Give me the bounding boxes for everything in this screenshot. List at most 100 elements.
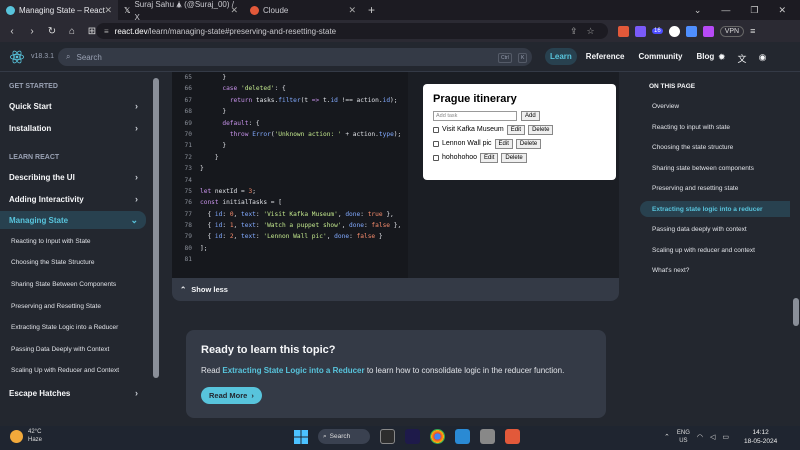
react-logo-icon[interactable] [9, 49, 25, 65]
react-favicon-icon [6, 5, 15, 15]
taskbar-search[interactable]: ⌕ Search [318, 429, 370, 444]
task-checkbox[interactable] [433, 140, 439, 147]
toc-item-overview[interactable]: Overview [640, 98, 790, 114]
delete-button[interactable]: Delete [515, 138, 542, 149]
taskbar-search-label: Search [329, 433, 351, 440]
sidebar-subitem-scaling[interactable]: Scaling Up with Reducer and Context [11, 367, 119, 374]
chevron-down-icon[interactable]: ⌄ [694, 5, 702, 16]
show-less-button[interactable]: ⌃ Show less [172, 278, 619, 301]
forward-icon[interactable]: › [26, 26, 38, 37]
close-tab-icon[interactable]: ✕ [104, 5, 112, 16]
weather-condition: Haze [28, 437, 43, 443]
search-input[interactable]: ⌕ Search Ctrl K [58, 48, 532, 66]
tab-x-profile[interactable]: 𝕏 Suraj Sahu 🛦 (@Suraj_00) / X ✕ [118, 0, 244, 22]
taskbar-clock[interactable]: 14:12 18-05-2024 [744, 428, 777, 446]
extension-icon[interactable] [635, 25, 646, 37]
sidebar-subitem-sharing[interactable]: Sharing State Between Components [11, 281, 116, 288]
page-scrollbar[interactable] [792, 72, 800, 418]
close-tab-icon[interactable]: ✕ [348, 5, 356, 16]
close-tab-icon[interactable]: ✕ [230, 5, 238, 16]
after-effects-icon[interactable] [405, 429, 420, 444]
nav-reference[interactable]: Reference [581, 48, 630, 65]
chevron-up-icon[interactable]: ⌃ [664, 433, 670, 441]
language-icon[interactable]: 文 [738, 52, 747, 65]
address-bar[interactable]: ≡ react.dev/learn/managing-state#preserv… [96, 23, 608, 39]
tab-managing-state[interactable]: Managing State – React ✕ [0, 0, 118, 20]
browser-navbar: ‹ › ↻ ⌂ ⊞ ≡ react.dev/learn/managing-sta… [0, 20, 800, 42]
menu-icon[interactable]: ≡ [750, 26, 755, 36]
nav-community[interactable]: Community [633, 48, 687, 65]
toc-item-sharing[interactable]: Sharing state between components [640, 160, 790, 176]
toc-item-reacting[interactable]: Reacting to input with state [640, 119, 790, 135]
maximize-icon[interactable]: ❐ [750, 5, 758, 16]
sidebar-item-adding-interactivity[interactable]: Adding Interactivity › [0, 190, 146, 208]
delete-button[interactable]: Delete [528, 124, 554, 135]
task-checkbox[interactable] [433, 154, 439, 161]
code-editor[interactable]: 65 } 66 case 'deleted': { 67 return task… [172, 72, 408, 278]
sidebar-item-describing-ui[interactable]: Describing the UI › [0, 168, 146, 186]
share-icon[interactable]: ⇪ [570, 26, 578, 37]
github-icon[interactable]: ◉ [759, 52, 767, 65]
sidebar-subitem-extracting[interactable]: Extracting State Logic into a Reducer [11, 324, 118, 331]
brave-icon[interactable] [505, 429, 520, 444]
star-icon[interactable]: ☆ [587, 26, 595, 37]
toc-item-preserving[interactable]: Preserving and resetting state [640, 180, 790, 196]
edit-button[interactable]: Edit [494, 138, 513, 149]
sidebar-subitem-choosing[interactable]: Choosing the State Structure [11, 259, 94, 266]
nav-learn[interactable]: Learn [545, 48, 577, 65]
toc-item-scaling[interactable]: Scaling up with reducer and context [640, 242, 790, 258]
reload-icon[interactable]: ↻ [46, 26, 58, 37]
toc-item-choosing[interactable]: Choosing the state structure [640, 139, 790, 155]
tab-title: Managing State – React [19, 5, 105, 15]
sidebar-item-escape-hatches[interactable]: Escape Hatches › [0, 384, 146, 402]
minimize-icon[interactable]: — [721, 5, 730, 15]
volume-icon[interactable]: ◁ [710, 433, 715, 441]
sidebar-subitem-passing[interactable]: Passing Data Deeply with Context [11, 346, 109, 353]
back-icon[interactable]: ‹ [6, 26, 18, 37]
leo-icon[interactable] [702, 25, 714, 37]
toc-item-extracting[interactable]: Extracting state logic into a reducer [640, 201, 790, 217]
task-view-icon[interactable] [380, 429, 395, 444]
theme-toggle-icon[interactable]: ✹ [718, 52, 726, 65]
toc-item-passing[interactable]: Passing data deeply with context [640, 221, 790, 237]
sidebar-subitem-preserving[interactable]: Preserving and Resetting State [11, 303, 101, 310]
new-tab-button[interactable]: + [362, 3, 381, 17]
delete-button[interactable]: Delete [501, 152, 527, 163]
list-item: hohohohoo Edit Delete [433, 152, 606, 163]
windows-start-icon[interactable] [294, 429, 308, 444]
brave-shield-icon[interactable] [618, 25, 629, 37]
sidebar-item-quick-start[interactable]: Quick Start › [0, 97, 146, 115]
sidebar-subitem-reacting[interactable]: Reacting to Input with State [11, 238, 91, 245]
learn-link[interactable]: Extracting State Logic into a Reducer [222, 366, 364, 375]
scrollbar-thumb[interactable] [153, 78, 159, 378]
read-more-button[interactable]: Read More › [201, 387, 262, 404]
profile-icon[interactable] [668, 25, 680, 37]
code-line: 73} [184, 165, 204, 173]
home-icon[interactable]: ⌂ [66, 26, 78, 37]
battery-icon[interactable]: ▭ [722, 433, 729, 441]
edit-button[interactable]: Edit [506, 124, 526, 135]
add-task-input[interactable]: Add task [433, 111, 517, 121]
learn-text: Read Extracting State Logic into a Reduc… [201, 366, 591, 375]
vpn-button[interactable]: VPN [719, 25, 745, 37]
task-checkbox[interactable] [433, 126, 439, 133]
tab-cloude[interactable]: Cloude ✕ [244, 0, 362, 20]
code-line: 68 } [184, 108, 227, 116]
toc-item-whats-next[interactable]: What's next? [640, 262, 790, 278]
nav-blog[interactable]: Blog [691, 48, 719, 65]
scrollbar-thumb[interactable] [793, 298, 799, 326]
puzzle-icon[interactable] [685, 25, 697, 37]
code-line: 70 throw Error('Unknown action: ' + acti… [184, 130, 402, 138]
sidebar-item-managing-state[interactable]: Managing State ⌄ [0, 211, 146, 229]
add-button[interactable]: Add [521, 111, 540, 121]
vscode-icon[interactable] [455, 429, 470, 444]
edit-button[interactable]: Edit [480, 152, 499, 163]
sidebar-item-installation[interactable]: Installation › [0, 119, 146, 137]
chrome-icon[interactable] [430, 429, 445, 444]
settings-gear-icon[interactable] [480, 429, 495, 444]
weather-widget[interactable]: 42°C Haze [10, 428, 42, 444]
close-window-icon[interactable]: ✕ [778, 5, 786, 16]
sidebar-scrollbar[interactable] [152, 72, 160, 418]
wifi-icon[interactable]: ◠ [697, 433, 703, 441]
chevron-up-icon: ⌃ [180, 285, 187, 294]
